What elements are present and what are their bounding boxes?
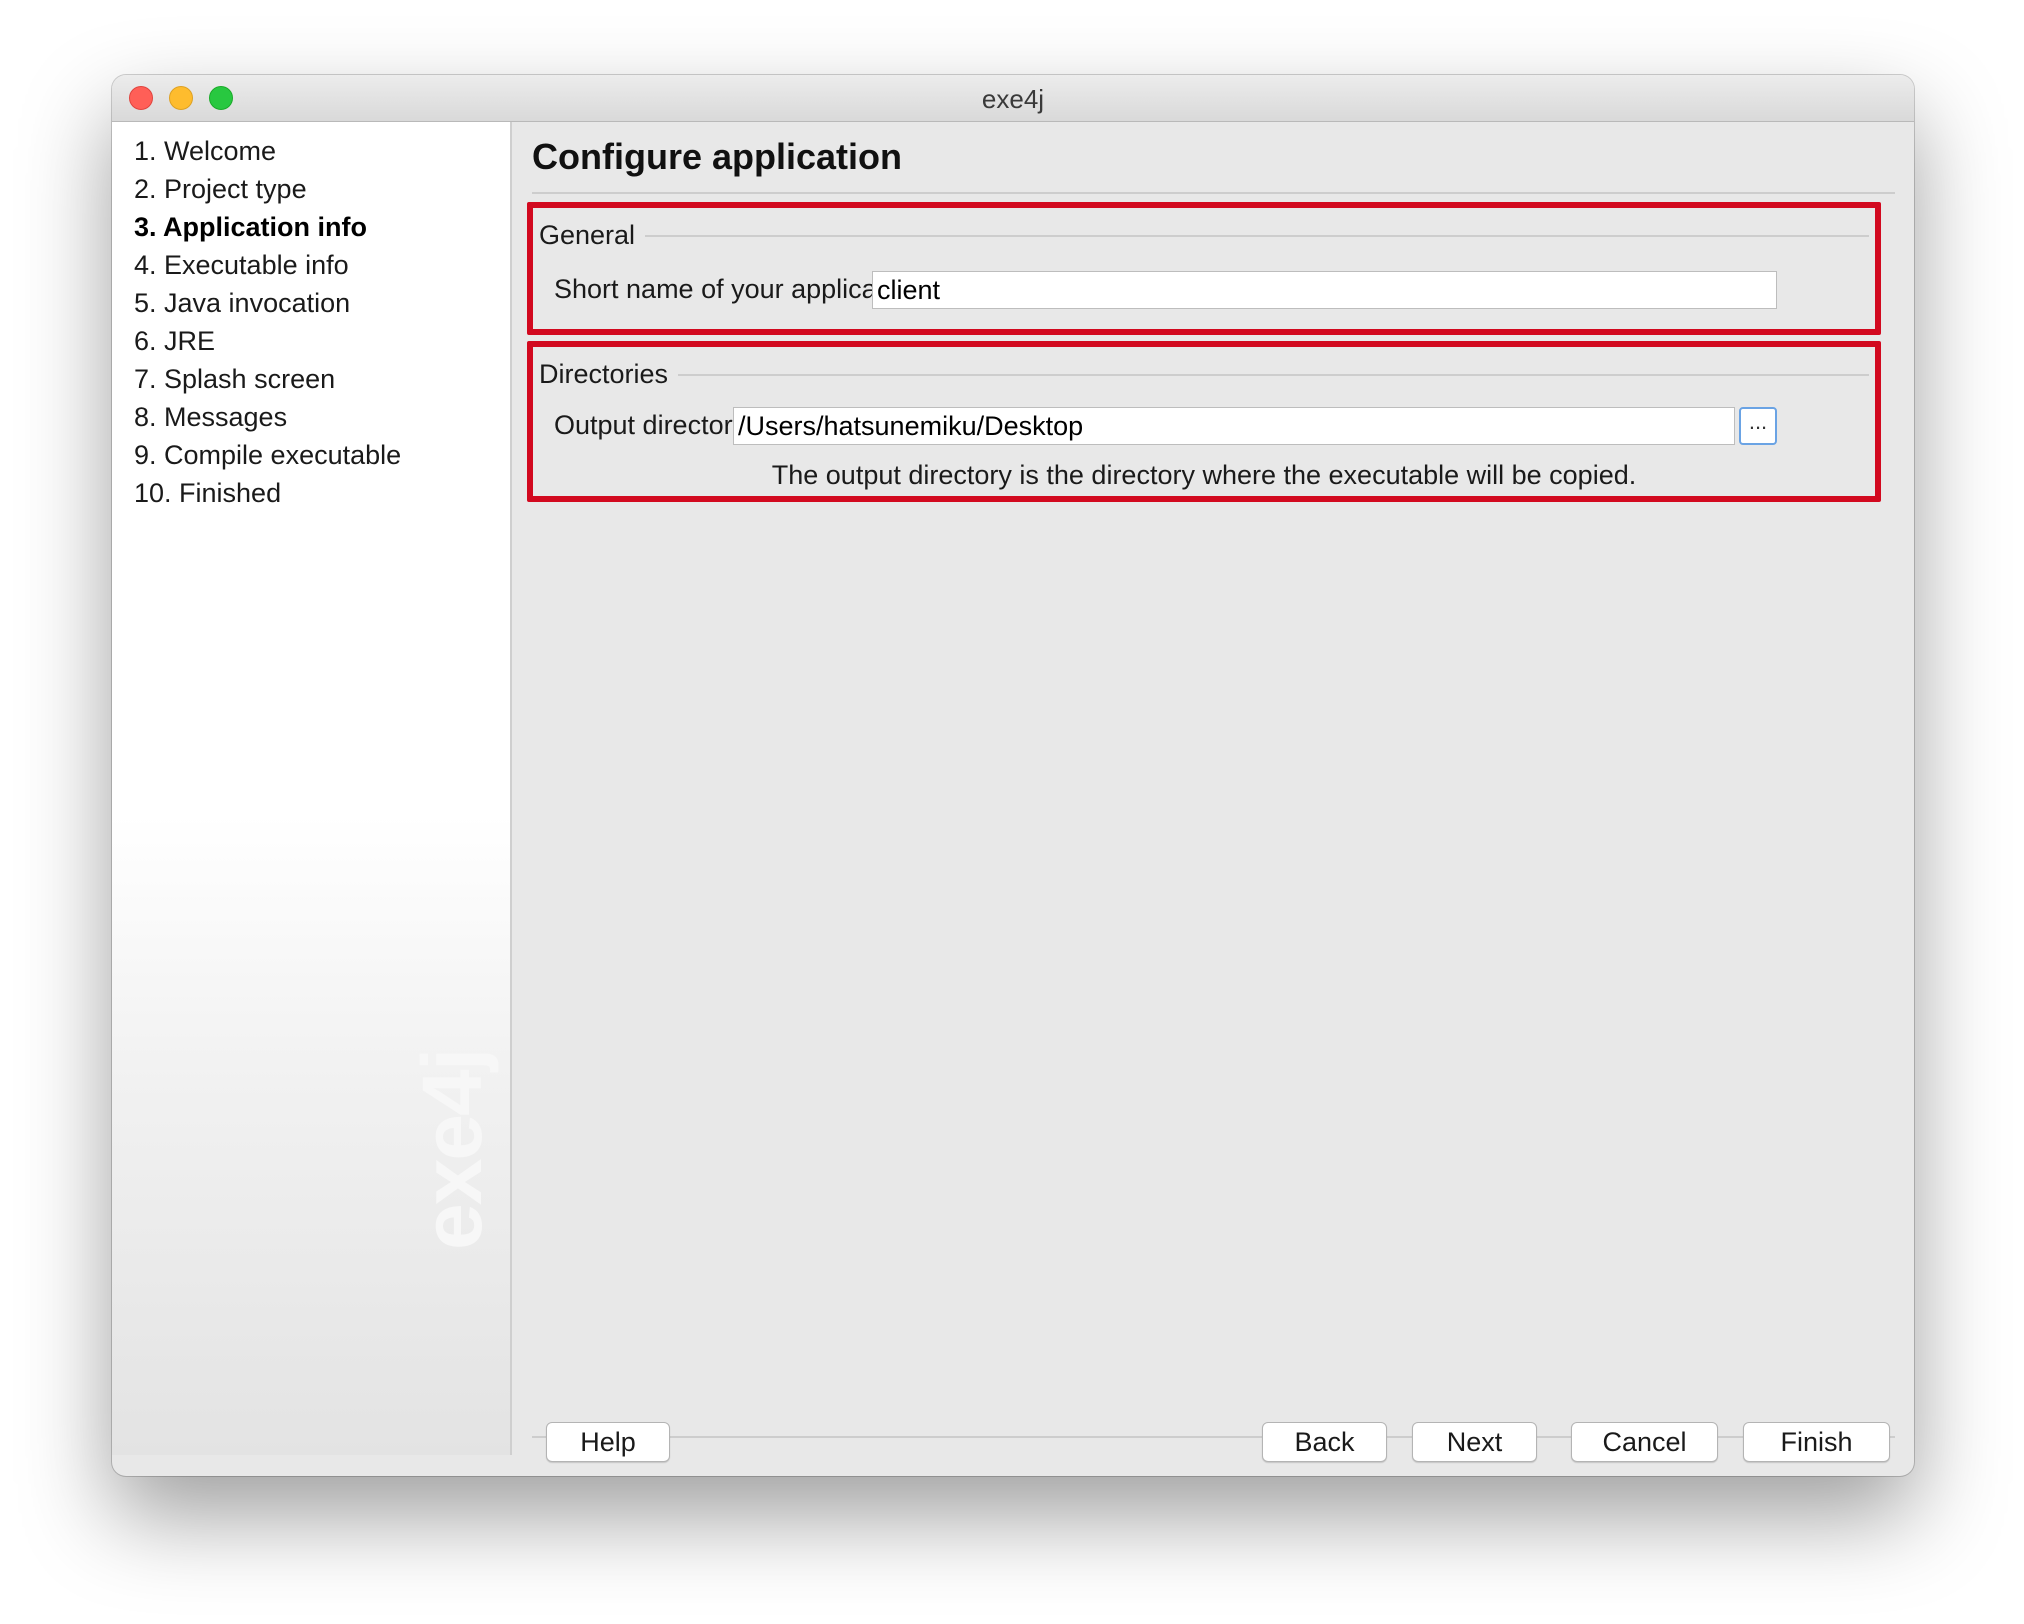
step-jre[interactable]: 6. JRE: [134, 322, 401, 360]
output-directory-input[interactable]: /Users/hatsunemiku/Desktop: [733, 407, 1735, 445]
step-java-invocation[interactable]: 5. Java invocation: [134, 284, 401, 322]
main-panel: Configure application General Short name…: [512, 122, 1914, 1476]
directories-group-divider: [539, 374, 1869, 376]
title-bar[interactable]: exe4j: [112, 75, 1914, 122]
step-messages[interactable]: 8. Messages: [134, 398, 401, 436]
output-directory-label: Output directory:: [554, 410, 754, 440]
general-group-title: General: [539, 218, 646, 252]
step-welcome[interactable]: 1. Welcome: [134, 132, 401, 170]
general-group: General Short name of your application: …: [527, 202, 1881, 335]
exe4j-watermark-logo: exe4j: [405, 1049, 499, 1250]
directories-group: Directories Output directory: /Users/hat…: [527, 341, 1881, 502]
wizard-steps-list: 1. Welcome 2. Project type 3. Applicatio…: [134, 132, 401, 512]
step-splash-screen[interactable]: 7. Splash screen: [134, 360, 401, 398]
directories-group-title: Directories: [539, 357, 679, 391]
step-application-info[interactable]: 3. Application info: [134, 208, 401, 246]
general-group-divider: [539, 235, 1869, 237]
step-compile-executable[interactable]: 9. Compile executable: [134, 436, 401, 474]
back-button[interactable]: Back: [1262, 1422, 1387, 1462]
window-title: exe4j: [981, 84, 1045, 114]
next-button[interactable]: Next: [1412, 1422, 1537, 1462]
step-executable-info[interactable]: 4. Executable info: [134, 246, 401, 284]
exe4j-window: exe4j 1. Welcome 2. Project type 3. Appl…: [112, 75, 1914, 1476]
step-finished[interactable]: 10. Finished: [134, 474, 401, 512]
cancel-button[interactable]: Cancel: [1571, 1422, 1718, 1462]
help-button[interactable]: Help: [546, 1422, 670, 1462]
short-name-input[interactable]: client: [872, 271, 1777, 309]
browse-directory-button[interactable]: ...: [1739, 407, 1777, 445]
finish-button[interactable]: Finish: [1743, 1422, 1890, 1462]
title-divider: [532, 192, 1895, 194]
wizard-steps-sidebar: 1. Welcome 2. Project type 3. Applicatio…: [112, 122, 512, 1455]
output-directory-hint: The output directory is the directory wh…: [771, 460, 1637, 490]
page-title: Configure application: [532, 136, 903, 177]
step-project-type[interactable]: 2. Project type: [134, 170, 401, 208]
